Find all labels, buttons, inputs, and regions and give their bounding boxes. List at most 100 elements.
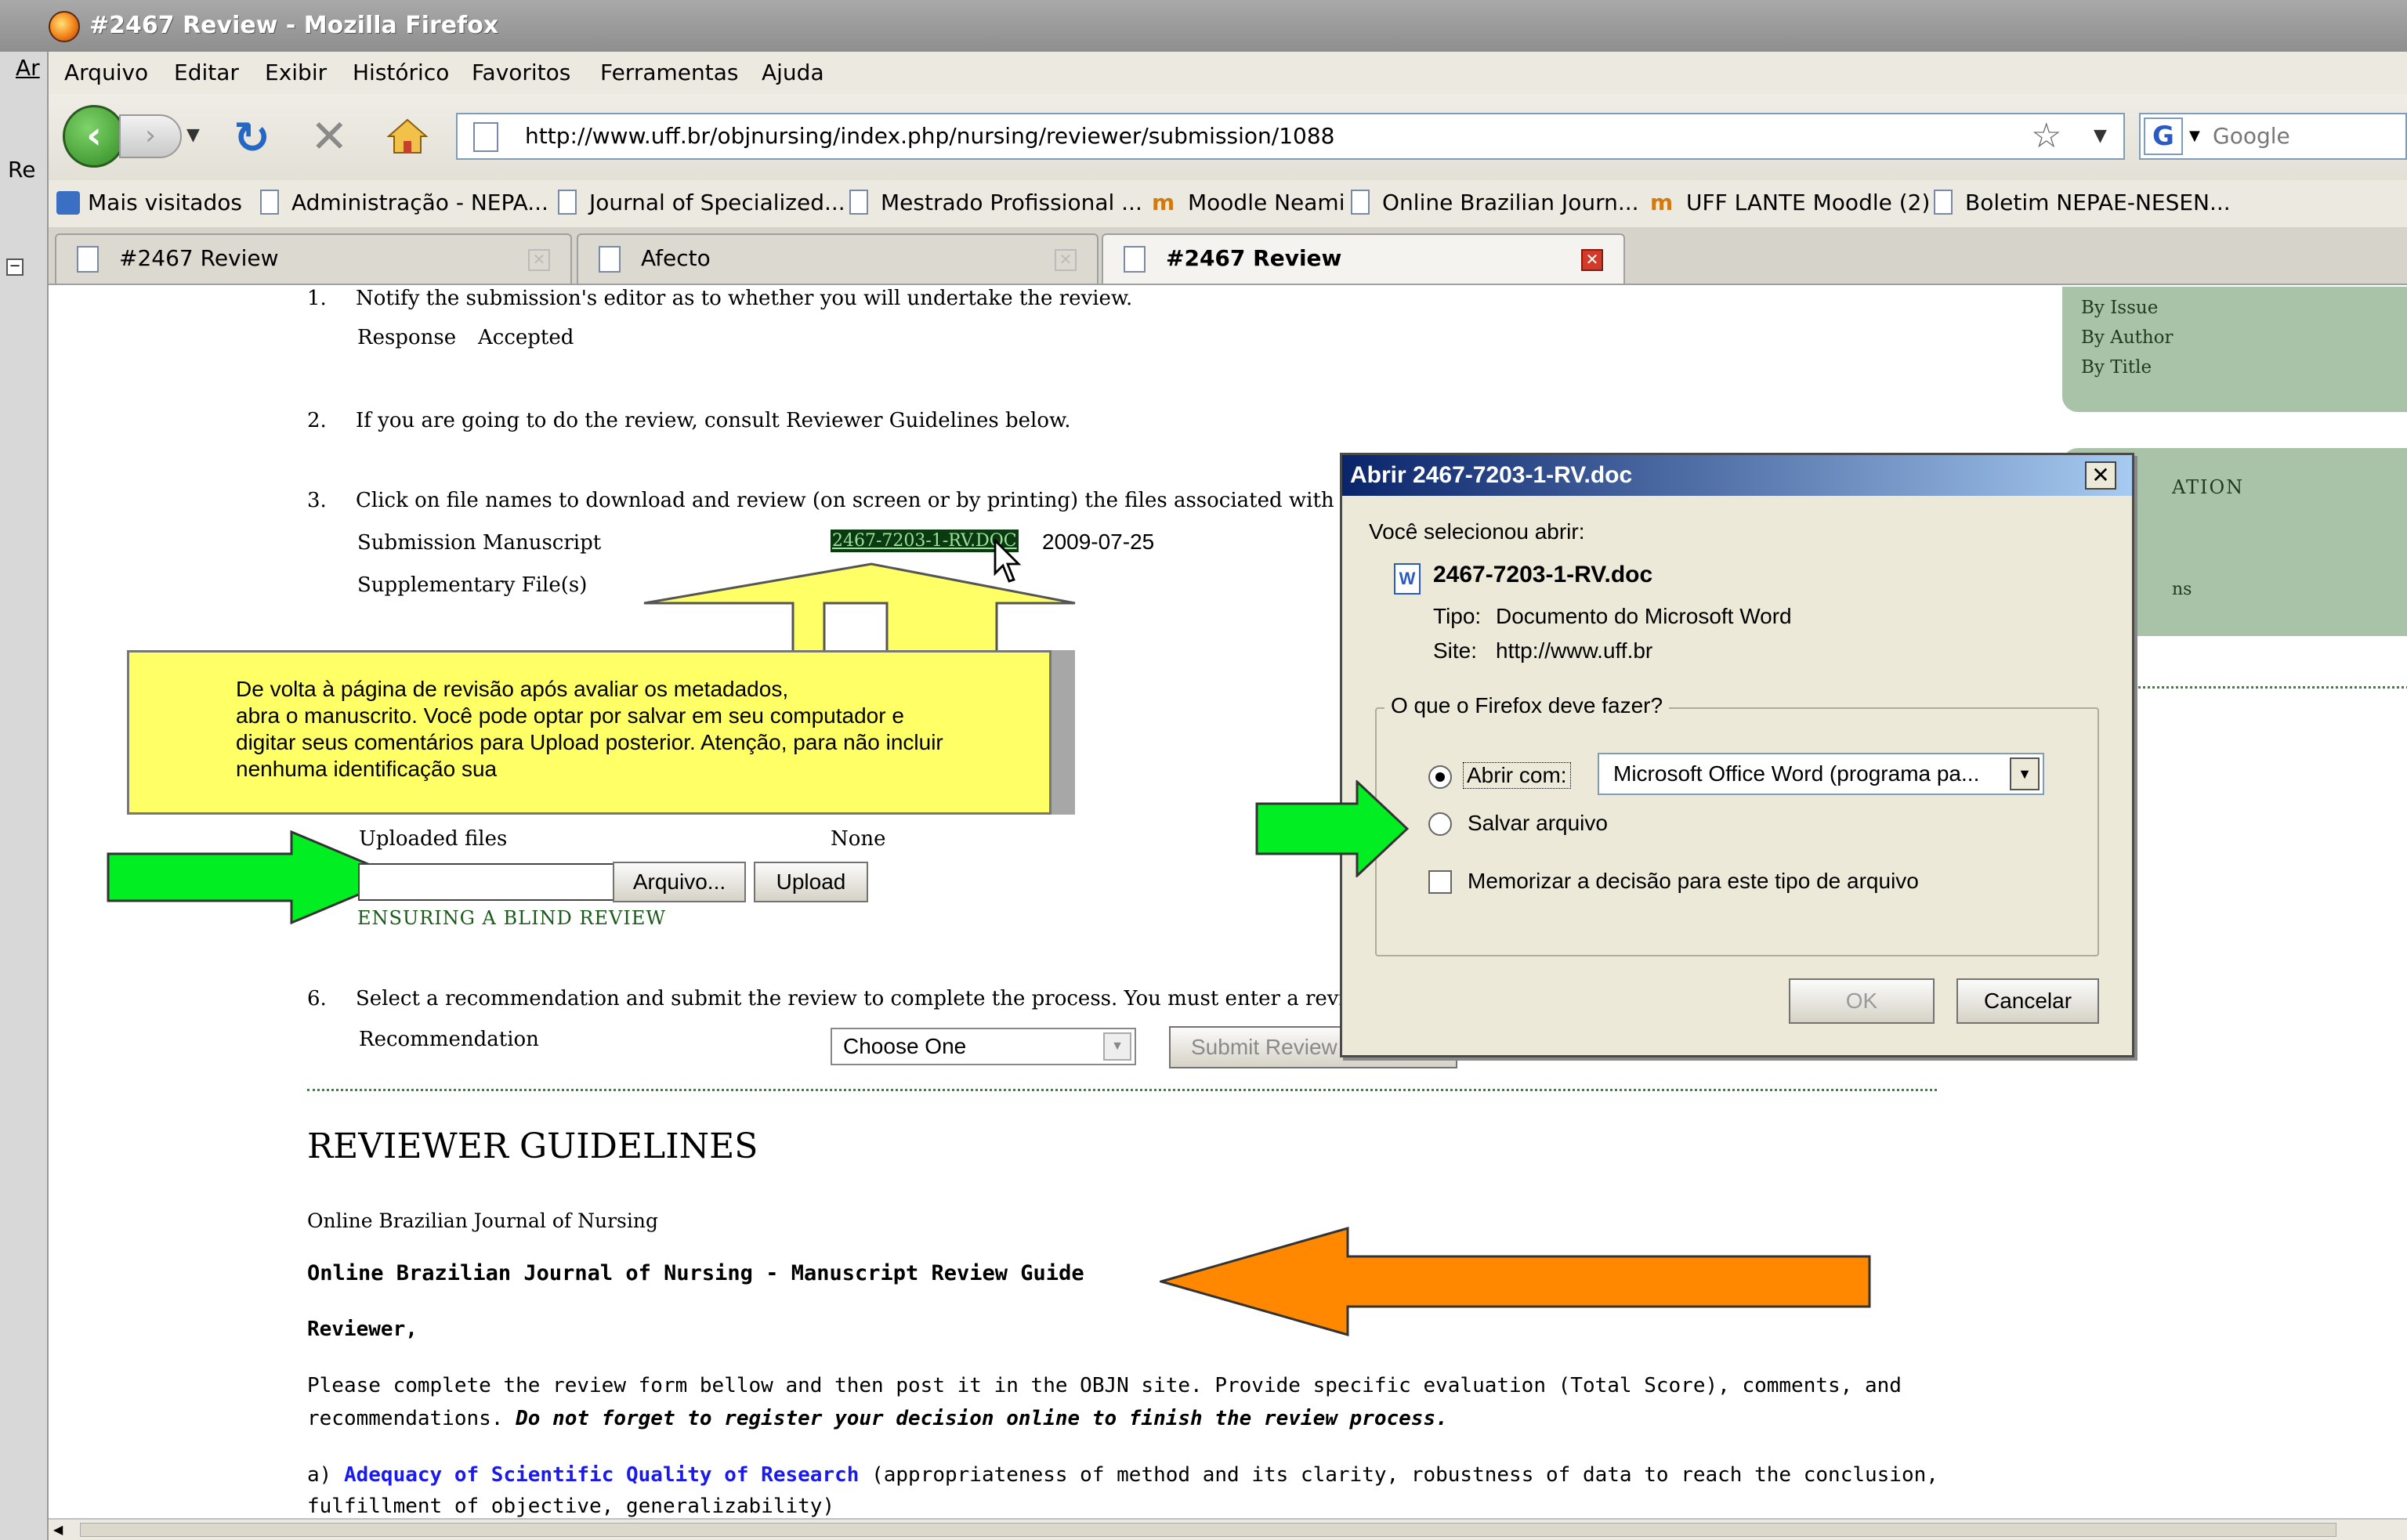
window-titlebar: #2467 Review - Mozilla Firefox [0, 0, 2407, 52]
menu-item-ajuda[interactable]: Ajuda [762, 60, 824, 85]
remember-decision-checkbox[interactable] [1428, 870, 1452, 894]
menu-item-historico[interactable]: Histórico [353, 60, 449, 85]
callout-line-1: De volta à página de revisão após avalia… [236, 677, 789, 701]
guideline-paragraph-line-2: recommendations. Do not forget to regist… [307, 1407, 1448, 1430]
step-1-number: 1. [307, 287, 327, 310]
menu-item-editar[interactable]: Editar [174, 60, 239, 85]
criterion-a-link[interactable]: Adequacy of Scientific Quality of Resear… [344, 1463, 859, 1487]
criterion-a-line-1: a) Adequacy of Scientific Quality of Res… [307, 1463, 1938, 1487]
stop-icon[interactable]: ✕ [310, 110, 349, 163]
menu-item-favoritos[interactable]: Favoritos [472, 60, 570, 85]
remember-decision-label[interactable]: Memorizar a decisão para este tipo de ar… [1468, 869, 1919, 894]
bookmark-mestrado[interactable]: Mestrado Profissional ... [849, 190, 1142, 215]
forward-button[interactable]: › [119, 114, 182, 158]
home-icon[interactable] [387, 117, 428, 155]
sidebar-link-by-title[interactable]: By Title [2081, 357, 2152, 378]
menu-item-arquivo[interactable]: Arquivo [64, 60, 148, 85]
bookmark-star-icon[interactable]: ☆ [2031, 114, 2061, 158]
supplementary-files-label: Supplementary File(s) [357, 573, 588, 597]
page-icon [1351, 190, 1370, 215]
sidebar-heading: ATION [2172, 476, 2245, 498]
menu-item-exibir[interactable]: Exibir [265, 60, 327, 85]
step-1-text: Notify the submission's editor as to whe… [356, 287, 1133, 310]
menu-item-ferramentas[interactable]: Ferramentas [600, 60, 738, 85]
selected-to-open-label: Você selecionou abrir: [1369, 519, 1585, 544]
bookmark-journal-specialized[interactable]: Journal of Specialized... [558, 190, 845, 215]
tab-review-active[interactable]: #2467 Review ✕ [1102, 233, 1625, 284]
callout-line-2: abra o manuscrito. Você pode optar por s… [236, 703, 904, 728]
recommendation-select[interactable]: Choose One ▼ [831, 1028, 1136, 1065]
tab-close-icon[interactable]: ✕ [1055, 249, 1077, 271]
dialog-close-button[interactable]: ✕ [2085, 461, 2116, 490]
url-text: http://www.uff.br/objnursing/index.php/n… [525, 123, 1335, 149]
google-engine-icon[interactable]: G [2144, 117, 2183, 155]
word-document-icon: W [1394, 563, 1421, 595]
guidelines-heading: REVIEWER GUIDELINES [307, 1126, 758, 1166]
tab-afecto[interactable]: Afecto ✕ [577, 233, 1099, 284]
tab-close-icon[interactable]: ✕ [1581, 249, 1603, 271]
window-title: #2467 Review - Mozilla Firefox [89, 12, 499, 39]
manuscript-file-link[interactable]: 2467-7203-1-RV.DOC [831, 530, 1019, 552]
tree-collapse-icon[interactable]: − [6, 258, 24, 276]
recommendation-select-value: Choose One [843, 1034, 967, 1058]
bookmark-moodle-neami[interactable]: m Moodle Neami [1152, 190, 1345, 215]
action-group-label: O que o Firefox deve fazer? [1384, 693, 1670, 718]
horizontal-scrollbar[interactable]: ◀ [49, 1518, 2407, 1540]
search-placeholder: Google [2213, 123, 2290, 149]
bookmark-mais-visitados[interactable]: Mais visitados [56, 190, 242, 215]
file-site-value: http://www.uff.br [1496, 638, 1653, 663]
search-engine-dropdown-icon[interactable]: ▼ [2189, 114, 2200, 158]
bookmark-boletim[interactable]: Boletim NEPAE-NESEN... [1934, 190, 2231, 215]
back-button[interactable]: ‹ [63, 105, 125, 168]
page-icon [473, 122, 498, 152]
section-divider [307, 1089, 1937, 1091]
select-dropdown-icon[interactable]: ▼ [1103, 1032, 1131, 1061]
browse-file-button[interactable]: Arquivo... [613, 862, 746, 902]
search-bar[interactable]: G ▼ Google [2139, 113, 2407, 160]
url-dropdown-icon[interactable]: ▼ [2094, 114, 2107, 158]
blind-review-link[interactable]: ENSURING A BLIND REVIEW [357, 907, 666, 929]
open-with-label[interactable]: Abrir com: [1463, 762, 1571, 789]
sidebar-link-by-author[interactable]: By Author [2081, 327, 2174, 348]
page-icon [849, 190, 868, 215]
dialog-filename: 2467-7203-1-RV.doc [1433, 562, 1653, 587]
scroll-left-icon[interactable]: ◀ [53, 1521, 72, 1538]
tab-close-icon[interactable]: ✕ [528, 249, 550, 271]
open-with-radio[interactable] [1428, 765, 1452, 789]
guideline-paragraph-line-1: Please complete the review form bellow a… [307, 1374, 1902, 1397]
callout-line-3: digitar seus comentários para Upload pos… [236, 730, 943, 754]
dialog-title: Abrir 2467-7203-1-RV.doc [1342, 455, 2132, 496]
callout-line-4: nenhuma identificação sua [236, 757, 498, 781]
bookmark-uff-lante[interactable]: m UFF LANTE Moodle (2) [1650, 190, 1930, 215]
page-icon [1124, 246, 1146, 273]
save-file-radio[interactable] [1428, 812, 1452, 836]
bookmark-administracao[interactable]: Administração - NEPA... [260, 190, 548, 215]
save-file-label[interactable]: Salvar arquivo [1468, 811, 1608, 836]
sidebar-link[interactable]: ns [2172, 580, 2192, 599]
step-2-text: If you are going to do the review, consu… [356, 409, 1071, 432]
orange-arrow-left-icon [1160, 1227, 1871, 1336]
bookmark-online-brazilian[interactable]: Online Brazilian Journ... [1351, 190, 1639, 215]
page-icon [599, 246, 621, 273]
open-with-select[interactable]: Microsoft Office Word (programa pa... ▼ [1598, 753, 2044, 795]
uploaded-files-value: None [831, 827, 886, 851]
step-6-number: 6. [307, 987, 327, 1010]
recommendation-label: Recommendation [359, 1028, 539, 1051]
instruction-callout: De volta à página de revisão após avalia… [127, 650, 1051, 815]
background-label-fragment: Re [8, 157, 36, 183]
reload-icon[interactable]: ↻ [233, 113, 270, 164]
guideline-emphasis: Do not forget to register your decision … [516, 1407, 1448, 1430]
file-upload-input[interactable] [358, 863, 621, 901]
open-with-dropdown-icon[interactable]: ▼ [2010, 757, 2040, 790]
file-type-label: Tipo: [1433, 604, 1482, 628]
scrollbar-thumb[interactable] [80, 1523, 2336, 1537]
ok-button[interactable]: OK [1789, 978, 1935, 1024]
open-with-select-value: Microsoft Office Word (programa pa... [1613, 761, 1980, 786]
url-bar[interactable]: http://www.uff.br/objnursing/index.php/n… [456, 113, 2125, 160]
tab-review-1[interactable]: #2467 Review ✕ [55, 233, 572, 284]
upload-button[interactable]: Upload [754, 862, 868, 902]
sidebar-link-by-issue[interactable]: By Issue [2081, 298, 2158, 318]
cancel-button[interactable]: Cancelar [1956, 978, 2099, 1024]
file-site-label: Site: [1433, 638, 1478, 663]
history-dropdown-icon[interactable]: ▼ [186, 125, 200, 145]
